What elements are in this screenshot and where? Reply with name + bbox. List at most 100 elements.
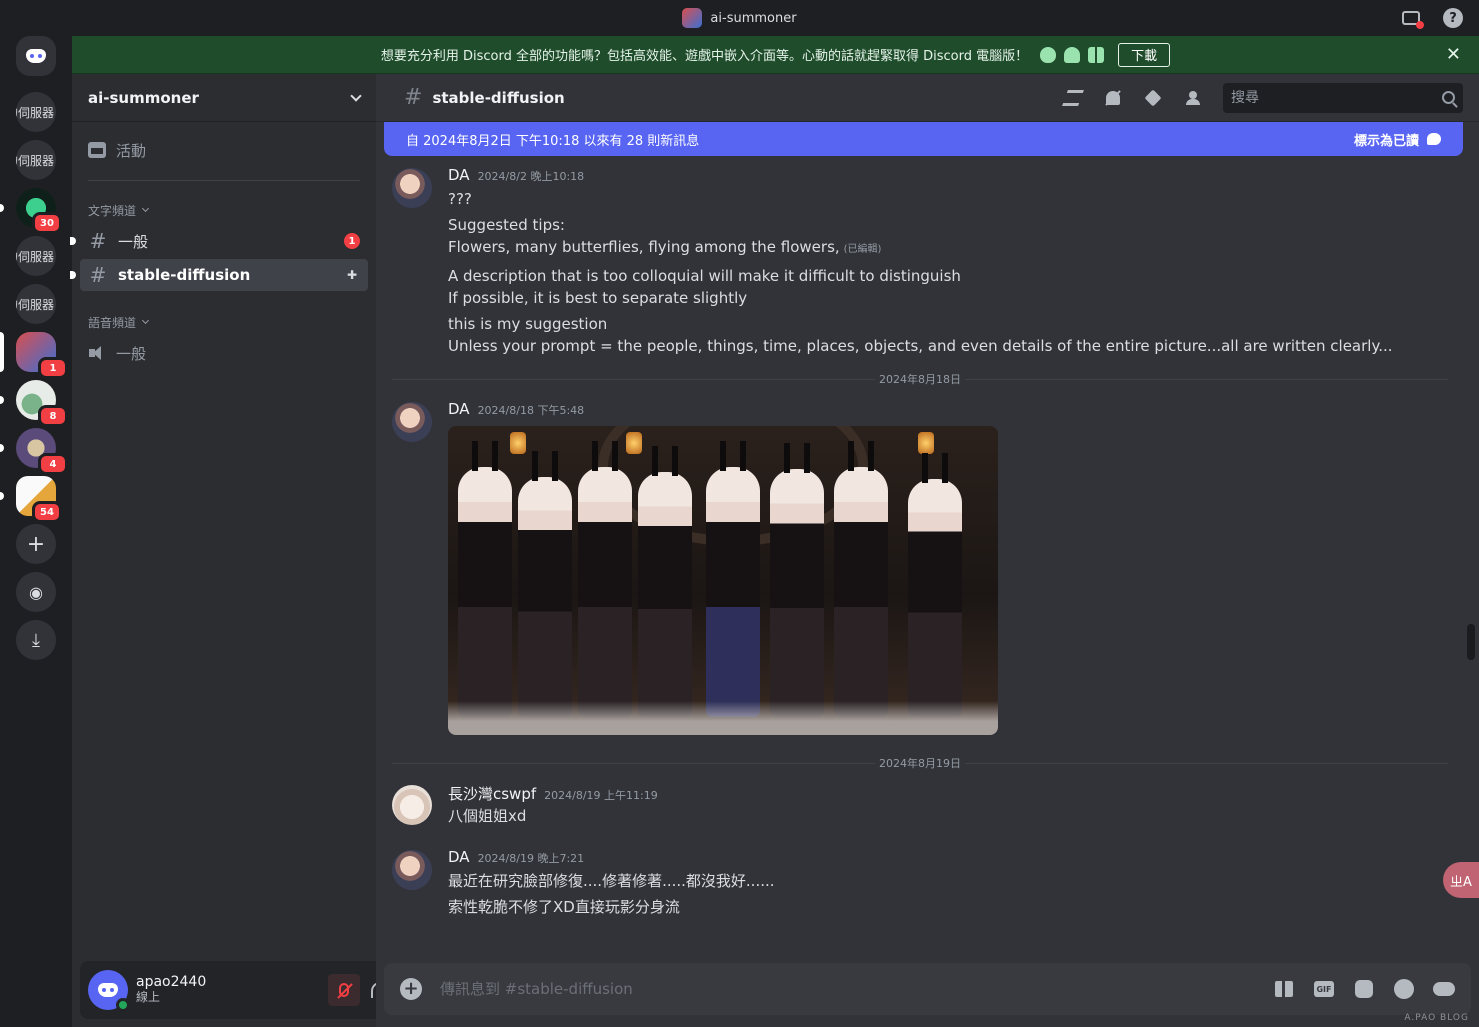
events-item[interactable]: 活動 xyxy=(80,130,368,170)
desktop-app-banner: 想要充分利用 Discord 全部的功能嗎？包括高效能、遊戲中嵌入介面等。心動的… xyxy=(72,36,1479,74)
selected-indicator xyxy=(0,332,4,372)
plus-icon: + xyxy=(26,531,46,557)
voice-channel-general[interactable]: 一般 xyxy=(80,337,368,369)
timestamp: 2024/8/18 下午5:48 xyxy=(477,404,585,417)
calendar-icon xyxy=(88,142,106,158)
unread-indicator xyxy=(0,444,4,452)
timestamp: 2024/8/19 上午11:19 xyxy=(544,789,658,802)
image-attachment[interactable] xyxy=(448,426,998,735)
new-messages-text: 自 2024年8月2日 下午10:18 以來有 28 則新訊息 xyxy=(406,133,700,149)
author-name[interactable]: DA xyxy=(448,848,470,866)
search-icon[interactable] xyxy=(1442,91,1455,104)
category-voice-channels[interactable]: 語音頻道 xyxy=(72,313,376,331)
activities-button[interactable] xyxy=(1433,978,1455,1000)
avatar[interactable] xyxy=(88,970,130,1012)
chevron-down-icon xyxy=(350,89,362,102)
message: DA 2024/8/19 晚上7:21 最近在研究臉部修復....修著修著...… xyxy=(392,848,1442,918)
channel-header: # stable-diffusion xyxy=(376,74,1479,122)
channel-item-stable-diffusion[interactable]: # stable-diffusion ✚ xyxy=(70,259,368,291)
server-rail: 的伺服器 的伺服器 30 的伺服器 的伺服器 1 8 4 54 + ◉ ⤓ xyxy=(0,36,72,1027)
message: DA 2024/8/18 下午5:48 xyxy=(392,400,1442,735)
notifications-button[interactable] xyxy=(1103,88,1123,108)
message-text: Unless your prompt = the people, things,… xyxy=(448,337,1393,355)
emoji-button[interactable] xyxy=(1393,978,1415,1000)
server-item[interactable]: 的伺服器 xyxy=(16,92,56,132)
download-apps-button[interactable]: ⤓ xyxy=(16,620,56,660)
author-name[interactable]: 長沙灣cswpf xyxy=(448,783,536,804)
mute-button[interactable] xyxy=(328,974,360,1006)
add-server-button[interactable]: + xyxy=(16,524,56,564)
sticker-button[interactable] xyxy=(1353,978,1375,1000)
avatar[interactable] xyxy=(392,785,432,825)
download-button[interactable]: 下載 xyxy=(1118,42,1171,67)
unread-indicator xyxy=(0,492,4,500)
guild-header[interactable]: ai-summoner xyxy=(72,74,376,122)
avatar[interactable] xyxy=(392,850,432,890)
inbox-icon[interactable] xyxy=(1401,8,1424,29)
message-text: If possible, it is best to separate slig… xyxy=(448,289,748,307)
message-input[interactable] xyxy=(440,980,1273,998)
user-status: 線上 xyxy=(136,990,161,1004)
category-text-channels[interactable]: 文字頻道 xyxy=(72,201,376,219)
mark-as-read-button[interactable]: 標示為已讀 xyxy=(1354,130,1441,149)
server-item[interactable]: 的伺服器 xyxy=(16,140,56,180)
channel-label: 一般 xyxy=(118,232,149,251)
unread-badge: 8 xyxy=(38,405,68,427)
message: DA 2024/8/2 晚上10:18 ??? Suggested tips: … xyxy=(392,166,1442,357)
gif-button[interactable]: GIF xyxy=(1313,978,1335,1000)
server-icon xyxy=(682,8,703,28)
close-icon[interactable]: ✕ xyxy=(1446,44,1461,65)
message-text: Flowers, many butterflies, flying among … xyxy=(448,238,882,256)
gift-button[interactable] xyxy=(1273,978,1295,1000)
message-text: 最近在研究臉部修復....修著修著.....都沒我好...... xyxy=(448,872,775,890)
new-messages-bar[interactable]: 自 2024年8月2日 下午10:18 以來有 28 則新訊息 標示為已讀 xyxy=(384,122,1463,156)
author-name[interactable]: DA xyxy=(448,166,470,184)
upload-button[interactable]: + xyxy=(400,978,422,1000)
sticker-icon xyxy=(1355,980,1373,998)
pinned-messages-button[interactable] xyxy=(1143,88,1163,108)
server-item[interactable]: 的伺服器 xyxy=(16,236,56,276)
translate-button[interactable]: ㄓA xyxy=(1443,862,1479,898)
channel-sidebar: ai-summoner 活動 文字頻道 # 一般 1 # stable-diff… xyxy=(70,74,440,1027)
watermark: A.PAO BLOG xyxy=(1404,1013,1469,1023)
android-icon xyxy=(1064,46,1081,63)
author-name[interactable]: DA xyxy=(448,400,470,418)
avatar[interactable] xyxy=(392,402,432,442)
hash-icon: # xyxy=(89,229,107,253)
channel-item-general[interactable]: # 一般 1 xyxy=(70,225,368,257)
server-item[interactable]: 的伺服器 xyxy=(16,284,56,324)
threads-button[interactable] xyxy=(1062,88,1084,108)
help-icon[interactable]: ? xyxy=(1443,8,1463,28)
gamepad-icon xyxy=(1433,982,1455,996)
download-icon: ⤓ xyxy=(32,629,40,651)
events-label: 活動 xyxy=(116,141,147,160)
chevron-down-icon xyxy=(141,204,150,213)
member-list-button[interactable] xyxy=(1183,88,1203,108)
gif-icon: GIF xyxy=(1314,981,1334,997)
channel-label: stable-diffusion xyxy=(118,266,251,284)
invite-member-icon[interactable]: ✚ xyxy=(344,267,360,283)
edited-label: (已編輯) xyxy=(843,244,882,255)
unread-badge: 54 xyxy=(32,501,62,523)
message-text: A description that is too colloquial wil… xyxy=(448,267,961,285)
mention-badge: 1 xyxy=(344,233,360,249)
mic-off-icon xyxy=(339,983,349,997)
unread-indicator xyxy=(70,237,76,245)
unread-indicator xyxy=(0,396,4,404)
avatar[interactable] xyxy=(392,168,432,208)
hash-icon: # xyxy=(89,263,107,287)
apple-icon xyxy=(1040,46,1057,63)
window-title: ai-summoner xyxy=(682,8,797,28)
pin-icon xyxy=(1144,89,1162,106)
message-text: Suggested tips: xyxy=(448,216,565,234)
explore-button[interactable]: ◉ xyxy=(16,572,56,612)
windows-icon xyxy=(1088,46,1105,63)
divider xyxy=(88,180,360,181)
discord-logo-icon xyxy=(26,49,46,63)
message-text: 八個姐姐xd xyxy=(448,807,527,825)
home-button[interactable] xyxy=(16,36,56,76)
search-input[interactable] xyxy=(1231,89,1442,106)
scrollbar-thumb[interactable] xyxy=(1467,624,1475,660)
unread-indicator xyxy=(0,204,4,212)
speaker-icon xyxy=(88,345,106,361)
